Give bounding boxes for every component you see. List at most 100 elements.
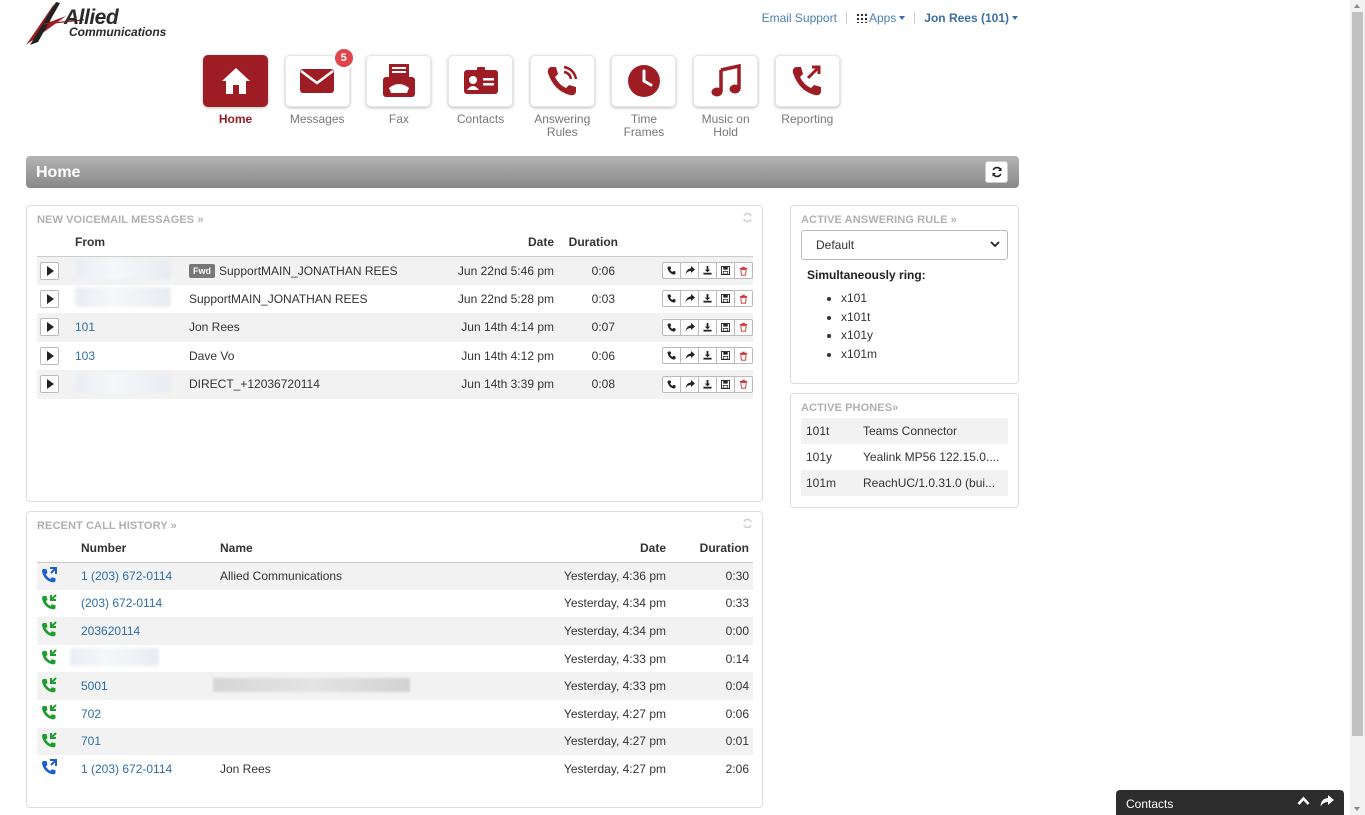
- call-back-button[interactable]: [662, 347, 681, 365]
- voicemail-row: 103 Dave Vo Jun 14th 4:12 pm 0:06: [37, 342, 753, 371]
- play-button[interactable]: [40, 261, 59, 280]
- user-menu[interactable]: Jon Rees (101): [924, 11, 1018, 25]
- save-button[interactable]: [716, 262, 735, 279]
- call-number-link[interactable]: 1 (203) 672-0114: [81, 762, 172, 776]
- nav-fax[interactable]: Fax: [366, 55, 432, 139]
- phone-device: ReachUC/1.0.31.0 (bui...: [858, 470, 1008, 496]
- nav-messages[interactable]: 5 Messages: [284, 47, 355, 139]
- refresh-icon[interactable]: [742, 212, 753, 223]
- nav-tile[interactable]: [774, 55, 840, 107]
- play-button[interactable]: [40, 375, 59, 394]
- nav-tile[interactable]: [611, 55, 677, 107]
- voicemail-row: DIRECT_+12036720114 Jun 14th 3:39 pm 0:0…: [37, 370, 753, 399]
- nav-music-on-hold[interactable]: Music on Hold: [693, 55, 759, 139]
- download-button[interactable]: [698, 290, 717, 308]
- play-button[interactable]: [40, 318, 59, 337]
- scroll-down-arrow-icon[interactable]: [1354, 807, 1360, 811]
- grid-icon: [855, 13, 867, 23]
- voicemail-row: 101 Jon Rees Jun 14th 4:14 pm 0:07: [37, 313, 753, 342]
- nav-time-frames[interactable]: Time Frames: [611, 55, 677, 139]
- play-button[interactable]: [40, 346, 59, 365]
- phone-extension: 101m: [801, 470, 858, 496]
- caller-number-link[interactable]: 103: [75, 349, 95, 363]
- call-number-link[interactable]: 701: [81, 734, 101, 748]
- call-history-row: Yesterday, 4:33 pm 0:14: [37, 645, 753, 673]
- phone-extension: 101t: [801, 418, 858, 444]
- download-button[interactable]: [698, 262, 717, 279]
- scroll-up-arrow-icon[interactable]: [1354, 4, 1360, 8]
- call-number-link[interactable]: 5001: [81, 679, 108, 693]
- delete-button[interactable]: [734, 347, 753, 365]
- save-button[interactable]: [716, 290, 735, 308]
- call-history-panel-title[interactable]: RECENT CALL HISTORY »: [37, 520, 177, 532]
- nav-tile[interactable]: [693, 55, 759, 107]
- download-button[interactable]: [698, 375, 717, 393]
- call-back-button[interactable]: [662, 375, 681, 393]
- call-back-button[interactable]: [662, 318, 681, 336]
- answering-rule-panel-title[interactable]: ACTIVE ANSWERING RULE »: [801, 214, 957, 226]
- call-duration: 0:01: [666, 727, 753, 756]
- active-phones-panel-title[interactable]: ACTIVE PHONES»: [801, 402, 898, 414]
- forward-button[interactable]: [680, 290, 699, 308]
- nav-tile[interactable]: [203, 55, 268, 107]
- play-icon: [47, 350, 54, 361]
- call-back-button[interactable]: [662, 290, 681, 308]
- voicemail-panel-title[interactable]: NEW VOICEMAIL MESSAGES »: [37, 214, 204, 226]
- play-icon: [47, 322, 54, 333]
- refresh-button[interactable]: [985, 161, 1008, 183]
- download-button[interactable]: [698, 347, 717, 365]
- vm-duration: 0:06: [554, 256, 618, 285]
- download-button[interactable]: [698, 318, 717, 336]
- call-number-link[interactable]: 203620114: [81, 624, 140, 638]
- nav-contacts[interactable]: Contacts: [448, 55, 514, 139]
- contacts-dock[interactable]: Contacts: [1116, 790, 1344, 815]
- save-button[interactable]: [716, 375, 735, 393]
- col-duration: Duration: [554, 234, 618, 257]
- call-number-link[interactable]: 1 (203) 672-0114: [81, 569, 172, 583]
- phone-row: 101m ReachUC/1.0.31.0 (bui...: [801, 470, 1008, 496]
- refresh-icon[interactable]: [742, 518, 753, 529]
- company-logo[interactable]: Allied Communications: [24, 0, 174, 48]
- call-duration: 0:04: [666, 672, 753, 700]
- scroll-thumb[interactable]: [1352, 12, 1363, 736]
- forward-button[interactable]: [680, 318, 699, 336]
- forward-button[interactable]: [680, 375, 699, 393]
- forward-button[interactable]: [680, 262, 699, 279]
- col-name: [189, 234, 419, 257]
- inbound-call-icon: [42, 704, 57, 720]
- delete-button[interactable]: [734, 290, 753, 308]
- phone-icon: [667, 351, 676, 360]
- nav-answering-rules[interactable]: Answering Rules: [529, 55, 595, 139]
- refresh-icon: [991, 166, 1002, 178]
- nav-label: Home: [218, 112, 253, 126]
- call-back-button[interactable]: [662, 262, 681, 279]
- call-number-link[interactable]: (203) 672-0114: [81, 596, 162, 610]
- apps-menu[interactable]: Apps: [855, 11, 906, 25]
- caller-number-link[interactable]: 101: [75, 320, 95, 334]
- delete-button[interactable]: [734, 318, 753, 336]
- call-number-link[interactable]: 702: [81, 707, 101, 721]
- popout-arrow-icon[interactable]: [1320, 795, 1334, 807]
- nav-tile[interactable]: [448, 55, 514, 107]
- save-button[interactable]: [716, 318, 735, 336]
- delete-button[interactable]: [734, 375, 753, 393]
- nav-tile[interactable]: [529, 55, 595, 107]
- col-duration: Duration: [666, 540, 753, 563]
- nav-tile[interactable]: [366, 55, 432, 107]
- forward-button[interactable]: [680, 347, 699, 365]
- phone-row: 101t Teams Connector: [801, 418, 1008, 444]
- nav-home[interactable]: Home: [203, 55, 268, 139]
- save-button[interactable]: [716, 347, 735, 365]
- phone-icon: [667, 323, 676, 332]
- call-duration: 0:00: [666, 617, 753, 645]
- nav-reporting[interactable]: Reporting: [774, 55, 840, 139]
- call-history-row: 1 (203) 672-0114 Allied Communications Yes…: [37, 562, 753, 590]
- page-scrollbar[interactable]: [1350, 0, 1365, 815]
- vm-actions: [618, 375, 753, 393]
- delete-button[interactable]: [734, 262, 753, 279]
- email-support-link[interactable]: Email Support: [762, 11, 837, 25]
- chevron-up-icon[interactable]: [1297, 795, 1310, 807]
- answering-rule-select[interactable]: Default: [801, 230, 1008, 260]
- caret-down-icon: [899, 16, 906, 20]
- play-button[interactable]: [40, 289, 59, 308]
